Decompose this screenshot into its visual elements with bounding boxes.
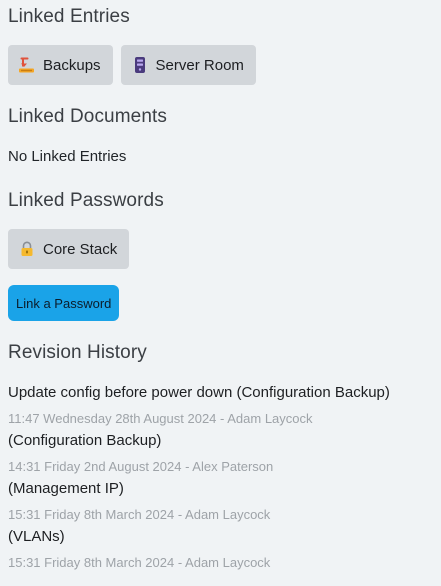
linked-documents-empty: No Linked Entries [8,148,127,165]
linked-entry-server-room[interactable]: Server Room [120,45,256,85]
revision-title: Update config before power down (Configu… [8,384,390,401]
linked-entries-title: Linked Entries [8,6,130,27]
linked-passwords-title: Linked Passwords [8,190,164,211]
revision-item[interactable]: (VLANs) 15:31 Friday 8th March 2024 - Ad… [8,528,433,576]
backup-icon [18,56,36,74]
revision-item[interactable]: (Configuration Backup) 14:31 Friday 2nd … [8,432,433,480]
revision-title: (Management IP) [8,480,124,497]
linked-entry-backups[interactable]: Backups [8,45,113,85]
linked-passwords-list: Core Stack [8,229,130,269]
revision-meta: 14:31 Friday 2nd August 2024 - Alex Pate… [8,459,274,474]
revision-item[interactable]: Update config before power down (Configu… [8,384,433,432]
revision-meta: 11:47 Wednesday 28th August 2024 - Adam … [8,411,313,426]
lock-icon [18,240,36,258]
revision-history-title: Revision History [8,342,147,363]
revision-item[interactable]: (Management IP) 15:31 Friday 8th March 2… [8,480,433,528]
linked-password-label: Core Stack [43,240,118,258]
revision-meta: 15:31 Friday 8th March 2024 - Adam Layco… [8,555,271,570]
revision-title: (Configuration Backup) [8,432,162,449]
link-password-button[interactable]: Link a Password [8,285,120,321]
revision-title: (VLANs) [8,528,65,545]
revision-history-list: Update config before power down (Configu… [8,384,433,576]
revision-meta: 15:31 Friday 8th March 2024 - Adam Layco… [8,507,271,522]
linked-entries-list: Backups Server Room [8,45,256,85]
linked-documents-title: Linked Documents [8,106,167,127]
server-icon [131,56,149,74]
linked-password-core-stack[interactable]: Core Stack [8,229,130,269]
linked-entry-label: Server Room [155,56,244,74]
linked-entry-label: Backups [43,56,101,74]
